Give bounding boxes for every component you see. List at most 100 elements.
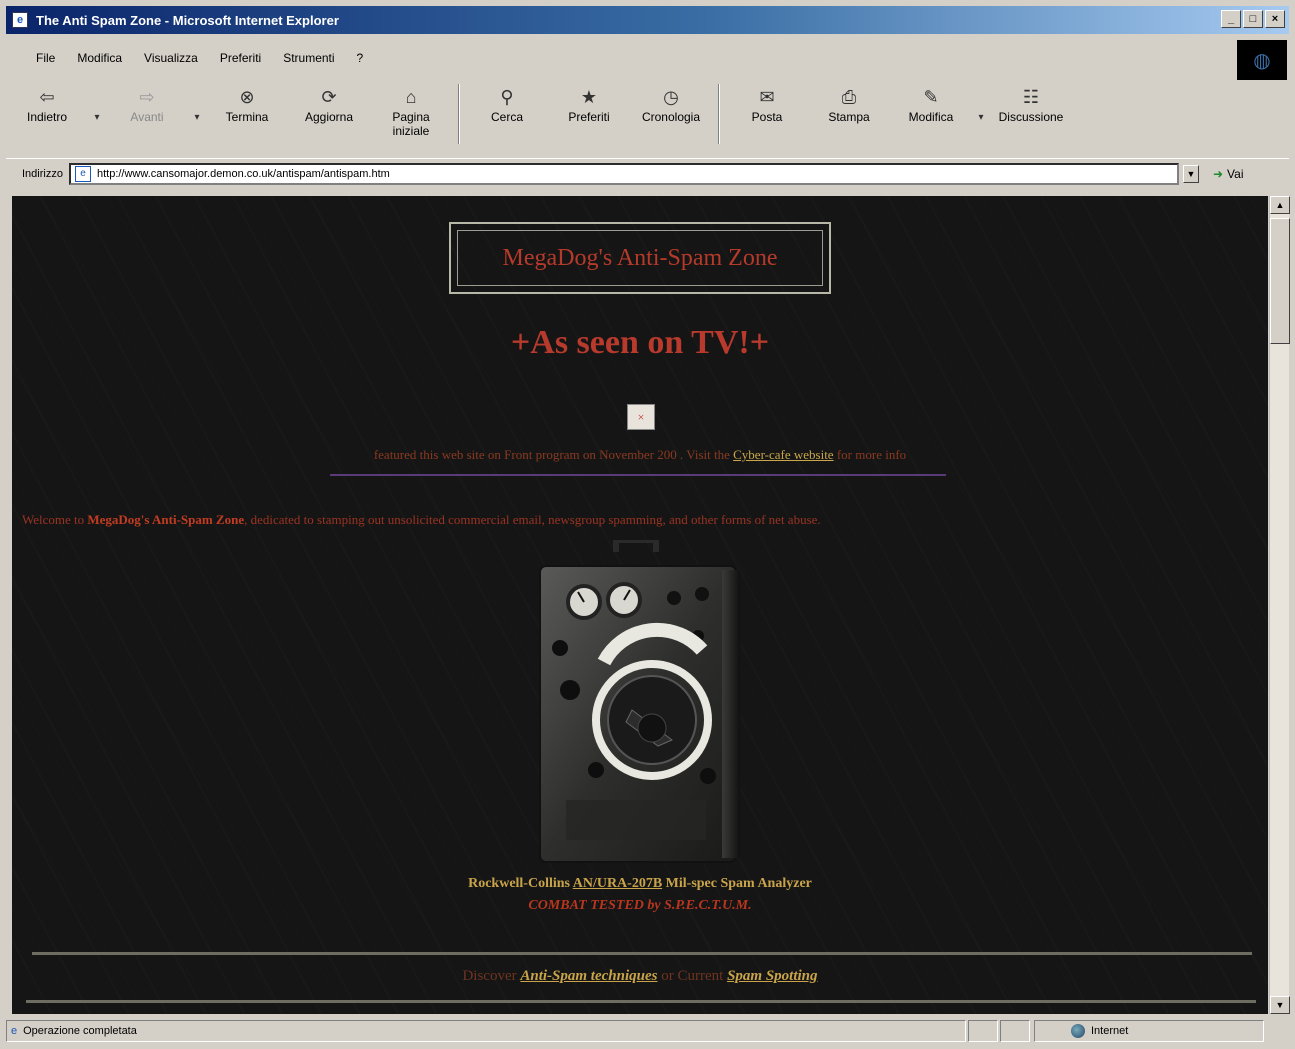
status-cell-empty xyxy=(1000,1020,1030,1042)
print-icon: ⎙ xyxy=(841,86,857,107)
divider-full-top xyxy=(32,952,1252,955)
scroll-down-arrow-icon[interactable]: ▼ xyxy=(1270,996,1290,1014)
toolbar-separator xyxy=(458,84,460,144)
history-icon: ◷ xyxy=(663,86,679,107)
forward-arrow-icon: ⇨ xyxy=(139,86,155,107)
mail-icon: ✉ xyxy=(759,86,775,107)
spam-analyzer-radio-image xyxy=(539,540,740,863)
print-button[interactable]: ⎙ Stampa xyxy=(808,84,890,125)
back-dropdown-icon[interactable]: ▾ xyxy=(88,84,106,123)
stop-icon: ⊗ xyxy=(239,86,255,107)
tv-feature-line: featured this web site on Front program … xyxy=(12,447,1268,463)
tv-line-text-after: for more info xyxy=(836,447,907,462)
history-button[interactable]: ◷ Cronologia xyxy=(630,84,712,125)
footer-middle: or Current xyxy=(661,968,724,984)
back-label: Indietro xyxy=(26,110,68,124)
menu-modifica[interactable]: Modifica xyxy=(77,51,122,65)
radio-caption: Rockwell-Collins AN/URA-207B Mil-spec Sp… xyxy=(12,876,1268,892)
home-icon: ⌂ xyxy=(405,86,417,107)
maximize-button[interactable]: □ xyxy=(1243,10,1263,28)
refresh-label: Aggiorna xyxy=(304,110,354,124)
site-title: MegaDog's Anti-Spam Zone xyxy=(457,230,823,286)
scroll-thumb[interactable] xyxy=(1270,218,1290,344)
minimize-button[interactable]: _ xyxy=(1221,10,1241,28)
search-icon: ⚲ xyxy=(500,86,514,107)
mail-label: Posta xyxy=(751,110,783,124)
close-button[interactable]: × xyxy=(1265,10,1285,28)
broken-image-icon[interactable]: × xyxy=(627,404,655,430)
footer-navigation: Discover Anti-Spam techniques or Current… xyxy=(12,968,1268,985)
standard-toolbar: ⇦ Indietro ▾ ⇨ Avanti ▾ ⊗ Termina ⟳ Aggi… xyxy=(6,80,1289,154)
spam-spotting-link[interactable]: Spam Spotting xyxy=(727,968,817,984)
discuss-button[interactable]: ☷ Discussione xyxy=(990,84,1072,125)
favorites-button[interactable]: ★ Preferiti xyxy=(548,84,630,125)
an-ura-207b-link[interactable]: AN/URA-207B xyxy=(573,876,662,891)
stop-button[interactable]: ⊗ Termina xyxy=(206,84,288,125)
menu-help[interactable]: ? xyxy=(357,51,364,65)
vertical-scrollbar[interactable]: ▲ ▼ xyxy=(1269,196,1290,1014)
history-label: Cronologia xyxy=(641,110,701,124)
zone-label: Internet xyxy=(1091,1025,1129,1037)
address-input[interactable]: e http://www.cansomajor.demon.co.uk/anti… xyxy=(68,162,1179,185)
page-done-icon: e xyxy=(11,1025,18,1037)
discuss-icon: ☷ xyxy=(1022,86,1040,107)
address-dropdown-icon[interactable]: ▼ xyxy=(1182,164,1199,183)
refresh-icon: ⟳ xyxy=(321,86,337,107)
go-button[interactable]: ➜ Vai xyxy=(1213,167,1244,181)
go-arrow-icon: ➜ xyxy=(1212,166,1224,181)
divider-short xyxy=(330,474,946,476)
address-url[interactable]: http://www.cansomajor.demon.co.uk/antisp… xyxy=(97,168,390,180)
refresh-button[interactable]: ⟳ Aggiorna xyxy=(288,84,370,125)
caption-before: Rockwell-Collins xyxy=(468,876,570,891)
caption-after: Mil-spec Spam Analyzer xyxy=(665,876,812,891)
search-button[interactable]: ⚲ Cerca xyxy=(466,84,548,125)
menu-preferiti[interactable]: Preferiti xyxy=(220,51,261,65)
address-bar: Indirizzo e http://www.cansomajor.demon.… xyxy=(6,158,1289,188)
title-bar: e The Anti Spam Zone - Microsoft Interne… xyxy=(6,6,1289,34)
go-label: Vai xyxy=(1227,166,1244,181)
welcome-site-name: MegaDog's Anti-Spam Zone xyxy=(87,512,245,527)
home-button[interactable]: ⌂ Pagina iniziale xyxy=(370,84,452,139)
anti-spam-techniques-link[interactable]: Anti-Spam techniques xyxy=(520,968,657,984)
divider-full-bottom xyxy=(26,1000,1256,1003)
security-zone: Internet xyxy=(1034,1020,1264,1042)
home-label: Pagina iniziale xyxy=(392,110,430,138)
menu-strumenti[interactable]: Strumenti xyxy=(283,51,334,65)
ie-throbber-logo-icon: ◍ xyxy=(1237,40,1287,80)
status-message: e Operazione completata xyxy=(6,1020,966,1042)
forward-dropdown-icon[interactable]: ▾ xyxy=(188,84,206,123)
window-title: The Anti Spam Zone - Microsoft Internet … xyxy=(36,12,339,28)
window-controls: _ □ × xyxy=(1221,10,1285,28)
site-title-frame: MegaDog's Anti-Spam Zone xyxy=(449,222,831,294)
combat-tested-line: COMBAT TESTED by S.P.E.C.T.U.M. xyxy=(528,898,752,913)
ie-app-icon: e xyxy=(12,12,28,28)
stop-label: Termina xyxy=(225,110,269,124)
edit-label: Modifica xyxy=(908,110,954,124)
globe-icon xyxy=(1071,1024,1085,1038)
address-label: Indirizzo xyxy=(22,167,63,180)
back-button[interactable]: ⇦ Indietro xyxy=(6,84,88,125)
scroll-up-arrow-icon[interactable]: ▲ xyxy=(1270,196,1290,214)
menu-bar: File Modifica Visualizza Preferiti Strum… xyxy=(6,44,1236,72)
menu-file[interactable]: File xyxy=(36,51,55,65)
toolbar-separator xyxy=(718,84,720,144)
footer-before: Discover xyxy=(462,968,517,984)
tv-line-text-before: featured this web site on Front program … xyxy=(373,447,730,462)
page-icon: e xyxy=(74,165,91,182)
cyber-cafe-link[interactable]: Cyber-cafe website xyxy=(733,447,833,462)
edit-button[interactable]: ✎ Modifica xyxy=(890,84,972,125)
tv-heading: +As seen on TV!+ xyxy=(510,324,770,361)
status-bar: e Operazione completata Internet xyxy=(6,1018,1289,1044)
back-arrow-icon: ⇦ xyxy=(39,86,55,107)
welcome-text: Welcome to MegaDog's Anti-Spam Zone, ded… xyxy=(22,512,1262,528)
print-label: Stampa xyxy=(828,110,870,124)
favorites-icon: ★ xyxy=(580,86,598,107)
forward-label: Avanti xyxy=(130,110,164,124)
forward-button[interactable]: ⇨ Avanti xyxy=(106,84,188,125)
menu-visualizza[interactable]: Visualizza xyxy=(144,51,198,65)
status-cell-empty xyxy=(968,1020,998,1042)
favorites-label: Preferiti xyxy=(568,110,610,124)
page-viewport[interactable]: MegaDog's Anti-Spam Zone +As seen on TV!… xyxy=(12,196,1268,1014)
mail-button[interactable]: ✉ Posta xyxy=(726,84,808,125)
edit-dropdown-icon[interactable]: ▾ xyxy=(972,84,990,123)
